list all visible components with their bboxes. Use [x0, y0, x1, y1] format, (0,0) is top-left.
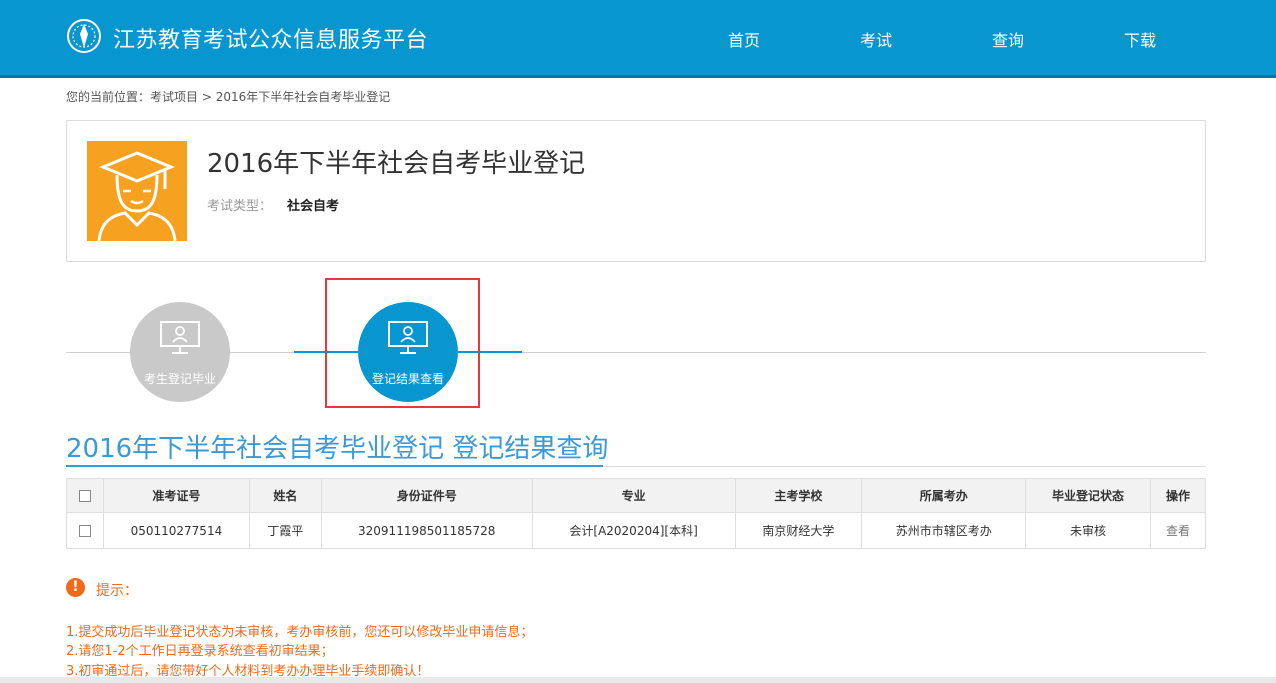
- tip-line: 1.提交成功后毕业登记状态为未审核，考办审核前，您还可以修改毕业申请信息；: [66, 625, 534, 640]
- nav-download[interactable]: 下载: [1124, 27, 1156, 51]
- monitor-user-icon: [160, 321, 200, 354]
- breadcrumb-separator: >: [198, 90, 216, 104]
- col-header: 毕业登记状态: [1025, 478, 1151, 513]
- cell-id-number: 320911198501185728: [320, 512, 533, 549]
- step-register-graduation[interactable]: 考生登记毕业: [130, 302, 230, 402]
- select-all-cell: [66, 478, 104, 513]
- col-header: 身份证件号: [320, 478, 533, 513]
- cell-status: 未审核: [1025, 512, 1151, 549]
- cell-name: 丁霞平: [248, 512, 322, 549]
- exam-info-card: 2016年下半年社会自考毕业登记 考试类型： 社会自考: [66, 120, 1206, 262]
- results-table: 准考证号 姓名 身份证件号 专业 主考学校 所属考办 毕业登记状态 操作 050…: [66, 478, 1207, 549]
- header-bar: 江苏教育考试公众信息服务平台 首页 考试 查询 下载: [0, 0, 1276, 78]
- cell-action: 查看: [1149, 512, 1207, 549]
- bottom-edge: [0, 677, 1276, 683]
- col-header: 所属考办: [861, 478, 1027, 513]
- cell-school: 南京财经大学: [734, 512, 863, 549]
- tip-line: 2.请您1-2个工作日再登录系统查看初审结果；: [66, 644, 334, 659]
- exam-type-value: 社会自考: [287, 199, 340, 214]
- row-select-cell: [66, 512, 104, 549]
- table-header-row: 准考证号 姓名 身份证件号 专业 主考学校 所属考办 毕业登记状态 操作: [66, 478, 1207, 513]
- col-header: 操作: [1149, 478, 1207, 513]
- section-underline: [66, 465, 603, 467]
- select-all-checkbox[interactable]: [78, 490, 91, 502]
- nav-home[interactable]: 首页: [728, 27, 760, 51]
- breadcrumb-item-current: 2016年下半年社会自考毕业登记: [215, 90, 391, 104]
- cell-major: 会计[A2020204][本科]: [531, 512, 736, 549]
- col-header: 主考学校: [734, 478, 863, 513]
- exam-type-label: 考试类型：: [207, 199, 273, 214]
- step-label: 考生登记毕业: [143, 372, 216, 386]
- graduate-avatar-icon: [87, 141, 187, 242]
- nav-exam[interactable]: 考试: [860, 27, 892, 51]
- col-header: 专业: [531, 478, 736, 513]
- breadcrumb-prefix: 您的当前位置：: [66, 90, 151, 104]
- cell-exam-office: 苏州市市辖区考办: [861, 512, 1027, 549]
- exam-title: 2016年下半年社会自考毕业登记: [207, 149, 586, 179]
- breadcrumb-item-exam-projects[interactable]: 考试项目: [150, 90, 198, 104]
- nav-query[interactable]: 查询: [992, 27, 1024, 51]
- row-checkbox[interactable]: [78, 525, 91, 537]
- tip-title: 提示：: [96, 583, 138, 599]
- highlight-box: [325, 278, 480, 408]
- site-title[interactable]: 江苏教育考试公众信息服务平台: [113, 22, 428, 54]
- logo-icon: [67, 19, 101, 53]
- cell-admission-number: 050110277514: [102, 512, 250, 549]
- col-header: 准考证号: [102, 478, 250, 513]
- col-header: 姓名: [248, 478, 322, 513]
- section-title: 2016年下半年社会自考毕业登记 登记结果查询: [66, 434, 609, 464]
- step-track: [66, 352, 1206, 353]
- alert-icon: !: [66, 578, 85, 597]
- table-row: 050110277514 丁霞平 320911198501185728 会计[A…: [66, 512, 1207, 549]
- breadcrumb: 您的当前位置：考试项目 > 2016年下半年社会自考毕业登记: [66, 88, 390, 105]
- view-link[interactable]: 查看: [1166, 524, 1190, 538]
